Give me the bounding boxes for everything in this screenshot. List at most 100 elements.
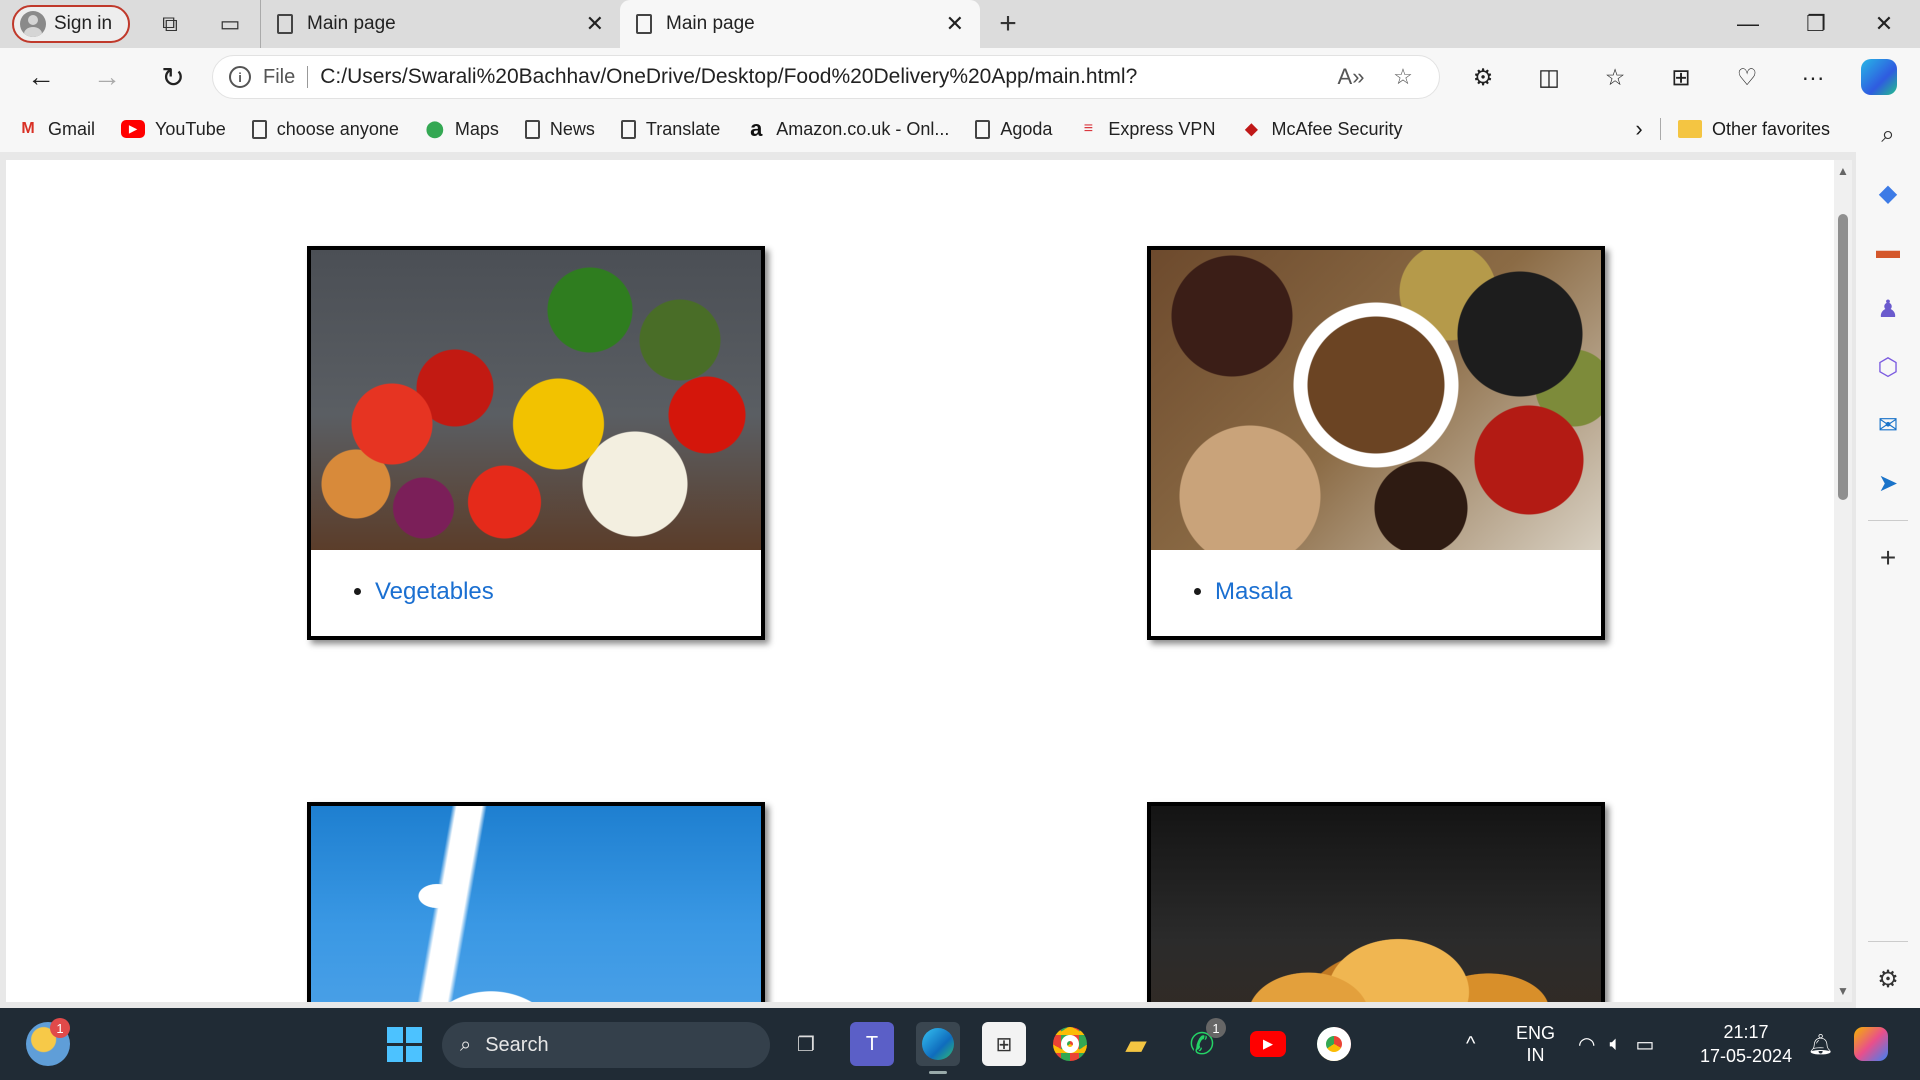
forward-button[interactable]: →: [74, 48, 140, 106]
file-label: File: [263, 65, 296, 88]
search-icon[interactable]: ⌕: [1856, 106, 1920, 164]
split-screen-icon[interactable]: ◫: [1516, 48, 1582, 106]
microsoft-store-icon[interactable]: ⊞: [982, 1022, 1026, 1066]
teams-icon[interactable]: T: [850, 1022, 894, 1066]
settings-gear-icon[interactable]: ⚙: [1856, 950, 1920, 1008]
taskbar-search[interactable]: ⌕ Search: [442, 1022, 770, 1068]
task-view-icon[interactable]: ❐: [784, 1022, 828, 1066]
vertical-scrollbar[interactable]: ▲ ▼: [1834, 160, 1852, 1002]
page-icon: [524, 119, 540, 139]
tab-label: Main page: [307, 13, 396, 34]
edge-icon[interactable]: [916, 1022, 960, 1074]
chips-image: [1151, 806, 1601, 1002]
chevron-right-icon[interactable]: ›: [1624, 106, 1654, 152]
sign-in-button[interactable]: Sign in: [12, 5, 130, 43]
language-indicator[interactable]: ENG IN: [1516, 1008, 1555, 1080]
tab-actions-icon[interactable]: ▭: [200, 0, 260, 48]
youtube-logo: ▶: [1250, 1031, 1286, 1057]
favorites-bar: M Gmail ▶ YouTube choose anyone ⬤ Maps News…: [0, 106, 1860, 152]
other-favorites[interactable]: Other favorites: [1678, 106, 1830, 152]
sign-in-label: Sign in: [54, 13, 113, 34]
scroll-down-icon[interactable]: ▼: [1836, 984, 1850, 998]
page-icon: [251, 119, 267, 139]
favorite-mcafee[interactable]: ◆ McAfee Security: [1241, 119, 1402, 140]
address-bar[interactable]: i File C:/Users/Swarali%20Bachhav/OneDri…: [212, 55, 1440, 99]
add-sidebar-app-icon[interactable]: +: [1856, 529, 1920, 587]
favorite-agoda[interactable]: Agoda: [975, 119, 1052, 140]
workspaces-icon[interactable]: ⧉: [140, 0, 200, 48]
start-button[interactable]: [382, 1022, 426, 1066]
collections-icon[interactable]: ⊞: [1648, 48, 1714, 106]
back-button[interactable]: ←: [8, 48, 74, 106]
favorite-translate[interactable]: Translate: [620, 119, 720, 140]
milk-image: [311, 806, 761, 1002]
drop-icon[interactable]: ➤: [1856, 454, 1920, 512]
extensions-icon[interactable]: ⚙: [1450, 48, 1516, 106]
vegetables-link[interactable]: Vegetables: [375, 578, 494, 605]
scroll-thumb[interactable]: [1838, 214, 1848, 500]
favorite-news[interactable]: News: [524, 119, 595, 140]
youtube-app-icon[interactable]: ▶: [1246, 1022, 1290, 1066]
favorite-gmail[interactable]: M Gmail: [18, 119, 95, 140]
category-list: Vegetables: [311, 550, 761, 636]
edge-logo: [922, 1028, 954, 1060]
info-icon[interactable]: i: [229, 66, 251, 88]
expressvpn-icon: ≡: [1083, 120, 1094, 137]
clock[interactable]: 21:17 17-05-2024: [1700, 1008, 1792, 1080]
tab-main-page-2[interactable]: Main page ✕: [620, 0, 980, 48]
minimize-button[interactable]: —: [1714, 0, 1782, 48]
divider: [1868, 941, 1908, 942]
tab-main-page-1[interactable]: Main page ✕: [260, 0, 620, 48]
close-tab-icon[interactable]: ✕: [586, 11, 604, 37]
category-card-milk[interactable]: [307, 802, 765, 1002]
favorite-amazon[interactable]: a Amazon.co.uk - Onl...: [746, 116, 949, 141]
chrome-icon[interactable]: [1048, 1022, 1092, 1066]
restore-button[interactable]: ❐: [1782, 0, 1850, 48]
games-icon[interactable]: ♟: [1856, 280, 1920, 338]
chrome-profile-icon[interactable]: [1312, 1022, 1356, 1066]
favorite-choose-anyone[interactable]: choose anyone: [251, 119, 399, 140]
notification-badge: 1: [50, 1018, 70, 1038]
favorite-maps[interactable]: ⬤ Maps: [425, 119, 499, 140]
shopping-icon[interactable]: ◆: [1856, 164, 1920, 222]
edge-sidebar: ⌕ ◆ ▬ ♟ ⬡ ✉ ➤ + ⚙: [1856, 106, 1920, 1008]
category-card-chips[interactable]: [1147, 802, 1605, 1002]
category-card-vegetables[interactable]: Vegetables: [307, 246, 765, 640]
amazon-icon: a: [750, 116, 763, 141]
browser-essentials-icon[interactable]: ♡: [1714, 48, 1780, 106]
masala-image: [1151, 250, 1601, 550]
tools-icon[interactable]: ▬: [1856, 222, 1920, 280]
microsoft-365-icon[interactable]: ⬡: [1856, 338, 1920, 396]
scroll-up-icon[interactable]: ▲: [1836, 164, 1850, 178]
refresh-button[interactable]: ↻: [140, 48, 206, 106]
chrome-logo: [1053, 1027, 1087, 1061]
masala-link[interactable]: Masala: [1215, 578, 1292, 605]
youtube-icon: ▶: [121, 120, 146, 138]
category-card-masala[interactable]: Masala: [1147, 246, 1605, 640]
favorite-express-vpn[interactable]: ≡ Express VPN: [1078, 119, 1216, 140]
favorite-youtube[interactable]: ▶ YouTube: [121, 119, 226, 140]
notification-bell-icon[interactable]: 🔔︎: [1808, 1008, 1833, 1080]
new-tab-button[interactable]: +: [980, 0, 1036, 48]
copilot-button[interactable]: [1846, 48, 1912, 106]
close-tab-icon[interactable]: ✕: [946, 11, 964, 37]
system-tray[interactable]: ◠ 🔈︎ ▭: [1578, 1008, 1654, 1080]
divider: [1660, 118, 1661, 140]
favorite-star-icon[interactable]: ☆: [1383, 64, 1423, 90]
active-indicator: [929, 1071, 947, 1074]
page-content: Vegetables Masala: [6, 160, 1852, 1002]
close-window-button[interactable]: ✕: [1850, 0, 1918, 48]
volume-icon: 🔈︎: [1609, 1032, 1622, 1055]
folder-icon: [1678, 120, 1702, 138]
url-text[interactable]: C:/Users/Swarali%20Bachhav/OneDrive/Desk…: [320, 65, 1319, 89]
show-hidden-icons[interactable]: ^: [1466, 1008, 1475, 1080]
windows-logo-icon: [386, 1026, 422, 1062]
read-aloud-icon[interactable]: A»: [1331, 64, 1371, 90]
mcafee-icon: ◆: [1245, 121, 1258, 138]
copilot-taskbar-icon[interactable]: [1854, 1008, 1888, 1080]
file-explorer-icon[interactable]: ▰: [1114, 1022, 1158, 1066]
favorites-icon[interactable]: ☆: [1582, 48, 1648, 106]
outlook-icon[interactable]: ✉: [1856, 396, 1920, 454]
search-placeholder: Search: [485, 1033, 549, 1056]
more-options-icon[interactable]: ···: [1780, 48, 1846, 106]
